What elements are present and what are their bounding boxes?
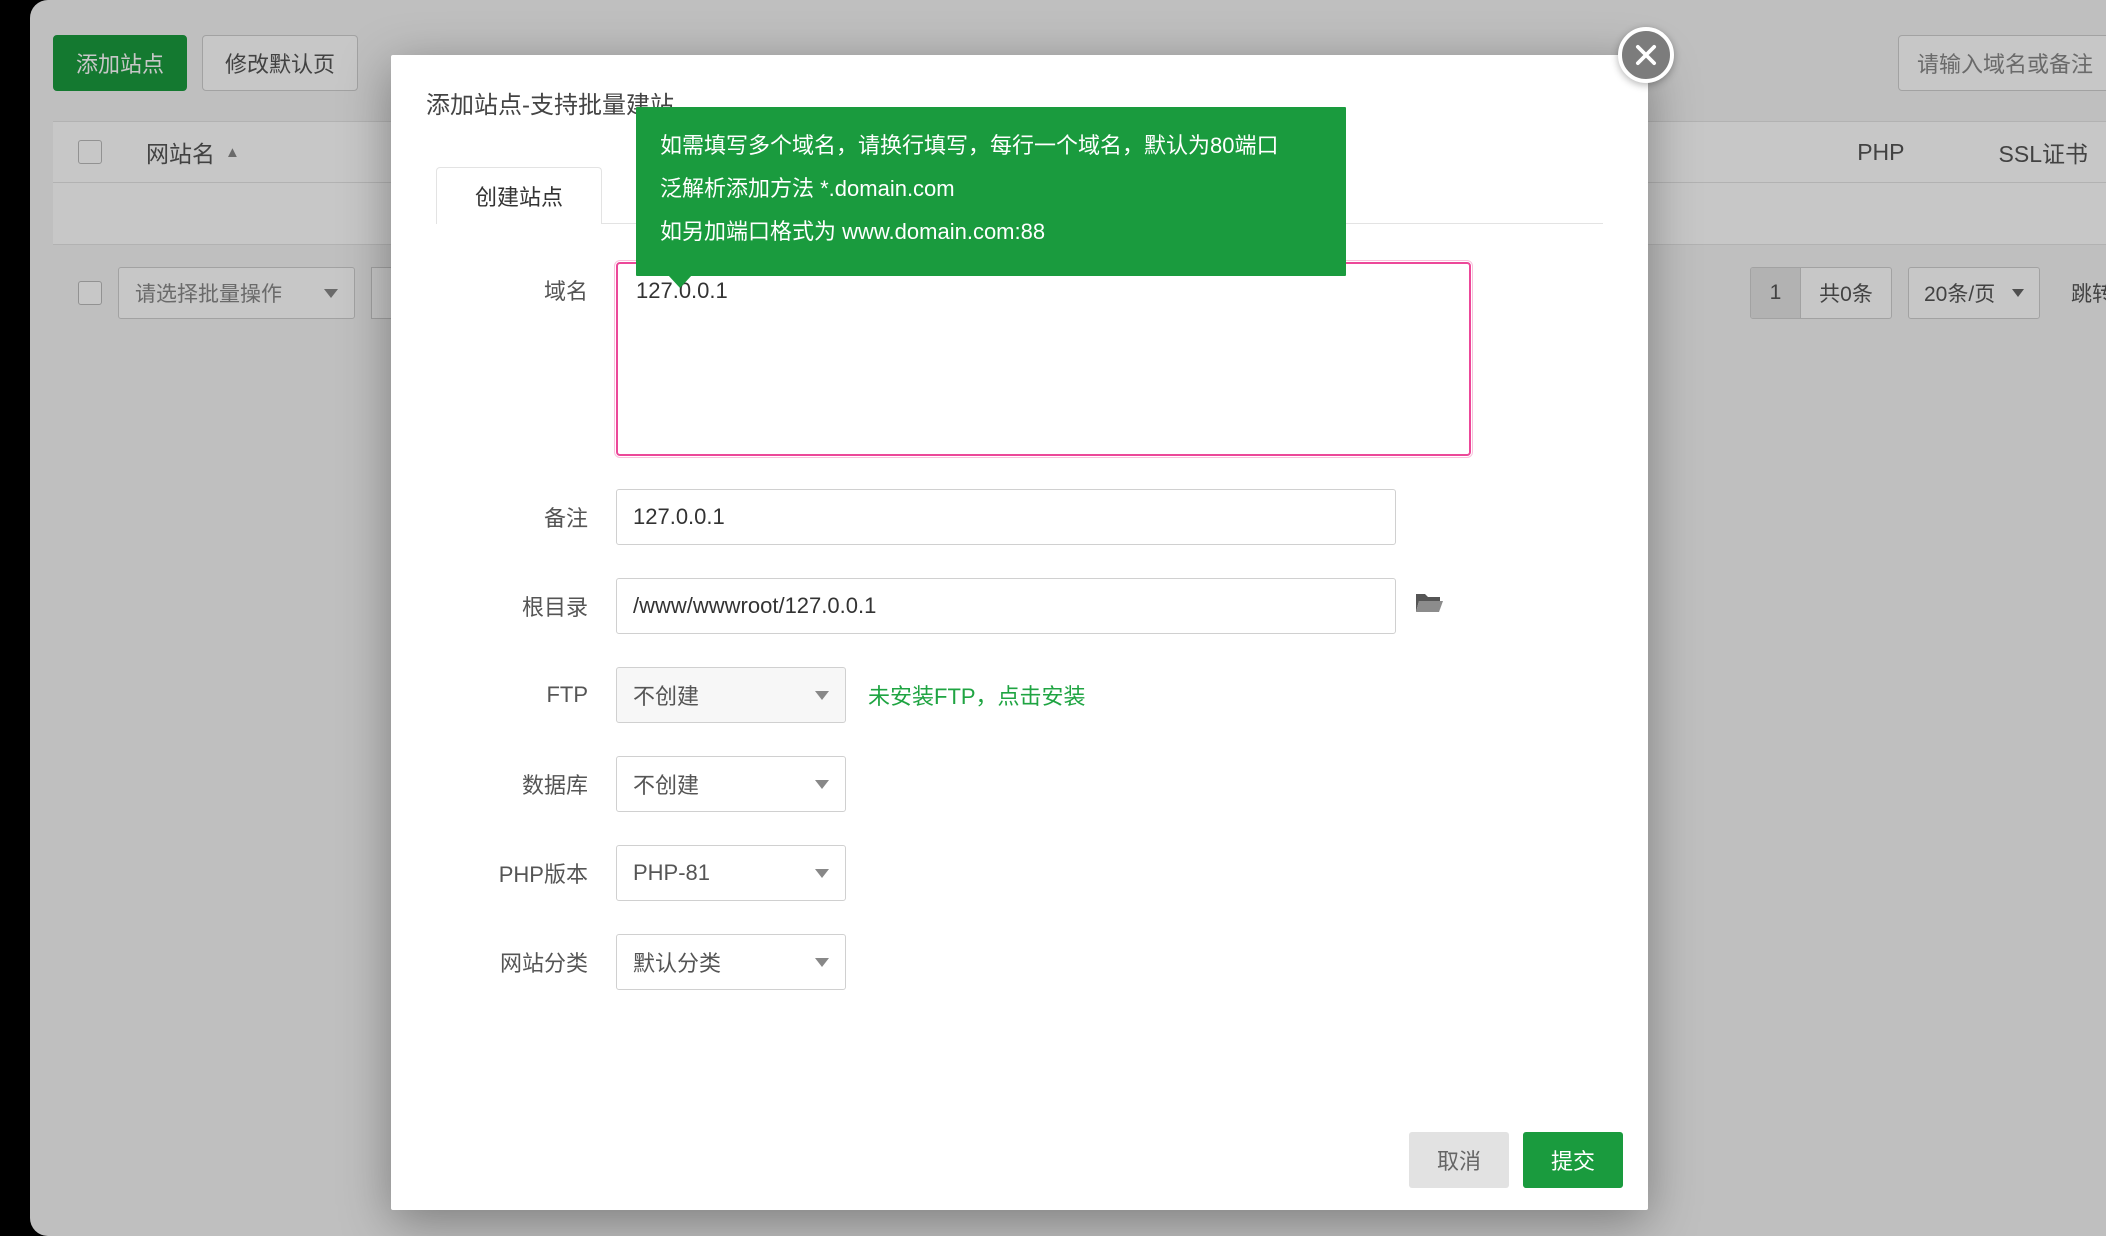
label-category: 网站分类 [461,946,616,978]
tooltip-line: 如另加端口格式为 www.domain.com:88 [660,211,1322,254]
chevron-down-icon [815,958,829,967]
ftp-select[interactable]: 不创建 [616,667,846,723]
tab-create-site[interactable]: 创建站点 [436,167,602,224]
close-icon [1632,41,1660,69]
folder-open-icon[interactable] [1414,590,1444,622]
remark-input[interactable] [616,489,1396,545]
label-root: 根目录 [461,590,616,622]
ftp-value: 不创建 [633,679,699,711]
chevron-down-icon [815,780,829,789]
php-value: PHP-81 [633,860,710,886]
tooltip-line: 如需填写多个域名，请换行填写，每行一个域名，默认为80端口 [660,125,1322,168]
ftp-install-link[interactable]: 未安装FTP，点击安装 [868,679,1086,711]
label-php: PHP版本 [461,857,616,889]
chevron-down-icon [815,869,829,878]
label-remark: 备注 [461,501,616,533]
db-value: 不创建 [633,768,699,800]
database-select[interactable]: 不创建 [616,756,846,812]
root-dir-input[interactable] [616,578,1396,634]
php-version-select[interactable]: PHP-81 [616,845,846,901]
chevron-down-icon [815,691,829,700]
domain-tooltip: 如需填写多个域名，请换行填写，每行一个域名，默认为80端口 泛解析添加方法 *.… [636,107,1346,276]
category-value: 默认分类 [633,946,721,978]
cancel-button[interactable]: 取消 [1409,1132,1509,1188]
close-button[interactable] [1618,27,1674,83]
tooltip-line: 泛解析添加方法 *.domain.com [660,168,1322,211]
label-db: 数据库 [461,768,616,800]
submit-button[interactable]: 提交 [1523,1132,1623,1188]
label-domain: 域名 [461,262,616,306]
site-category-select[interactable]: 默认分类 [616,934,846,990]
domain-textarea[interactable] [616,262,1471,456]
label-ftp: FTP [461,682,616,708]
